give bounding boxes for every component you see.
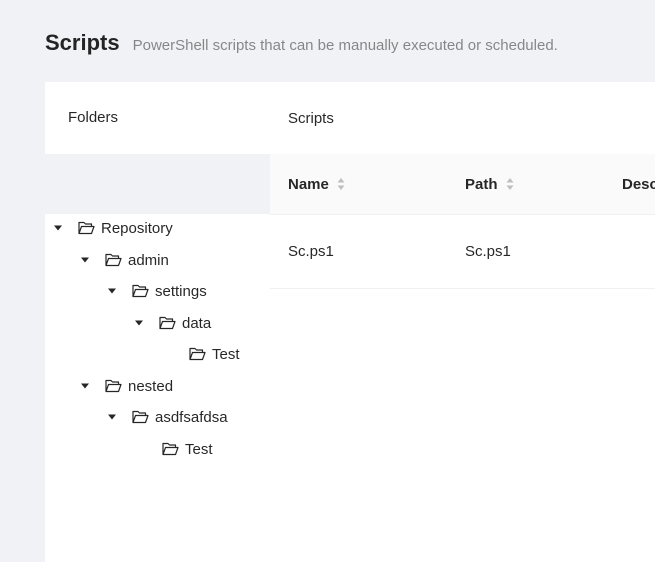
caret-down-icon[interactable] bbox=[53, 223, 63, 233]
cell-path: Sc.ps1 bbox=[465, 243, 511, 260]
tree-node-label: Repository bbox=[101, 219, 173, 237]
tree-node-label: admin bbox=[128, 251, 169, 269]
folder-open-icon bbox=[105, 379, 122, 393]
tree-node-test-nested[interactable]: Test bbox=[162, 437, 213, 461]
tree-node-settings[interactable]: settings bbox=[107, 279, 207, 303]
folder-open-icon bbox=[132, 410, 149, 424]
column-header-label: Desc bbox=[622, 175, 655, 193]
folder-open-icon bbox=[162, 442, 179, 456]
cell-name: Sc.ps1 bbox=[288, 243, 334, 260]
tree-node-nested[interactable]: nested bbox=[80, 374, 173, 398]
folder-open-icon bbox=[78, 221, 95, 235]
tree-node-data[interactable]: data bbox=[134, 311, 211, 335]
tree-node-label: settings bbox=[155, 282, 207, 300]
table-row[interactable]: Sc.ps1 Sc.ps1 bbox=[270, 215, 655, 289]
tree-node-label: asdfsafdsa bbox=[155, 408, 228, 426]
folder-open-icon bbox=[159, 316, 176, 330]
column-header-description[interactable]: Desc bbox=[622, 154, 655, 214]
tree-node-test-data[interactable]: Test bbox=[189, 342, 240, 366]
folder-open-icon bbox=[105, 253, 122, 267]
folder-open-icon bbox=[132, 284, 149, 298]
tree-node-repository[interactable]: Repository bbox=[53, 216, 173, 240]
column-header-label: Name bbox=[288, 175, 329, 193]
caret-down-icon[interactable] bbox=[107, 412, 117, 422]
folder-open-icon bbox=[189, 347, 206, 361]
column-header-name[interactable]: Name bbox=[288, 154, 345, 214]
sort-icon[interactable] bbox=[337, 177, 345, 191]
folders-header-gap bbox=[45, 154, 270, 214]
caret-down-icon[interactable] bbox=[107, 286, 117, 296]
page-title: Scripts bbox=[45, 30, 120, 55]
column-header-label: Path bbox=[465, 175, 498, 193]
tree-node-asdfsafdsa[interactable]: asdfsafdsa bbox=[107, 405, 228, 429]
caret-down-icon[interactable] bbox=[80, 255, 90, 265]
folders-title: Folders bbox=[68, 109, 119, 126]
page-subtitle: PowerShell scripts that can be manually … bbox=[132, 37, 558, 54]
tree-node-admin[interactable]: admin bbox=[80, 248, 169, 272]
tree-node-label: Test bbox=[185, 440, 213, 458]
tree-node-label: data bbox=[182, 314, 212, 332]
tree-node-label: Test bbox=[212, 345, 240, 363]
scripts-table-header: Name Path Desc bbox=[270, 154, 655, 215]
scripts-panel: Scripts Name Path Desc Sc.ps1 Sc.ps1 bbox=[270, 82, 655, 562]
scripts-title: Scripts bbox=[288, 110, 334, 127]
caret-down-icon[interactable] bbox=[80, 381, 90, 391]
sort-icon[interactable] bbox=[506, 177, 514, 191]
page-header: Scripts PowerShell scripts that can be m… bbox=[45, 30, 558, 56]
column-header-path[interactable]: Path bbox=[465, 154, 514, 214]
tree-node-label: nested bbox=[128, 377, 174, 395]
caret-down-icon[interactable] bbox=[134, 318, 144, 328]
content-card: Folders Repository admin settings data T… bbox=[45, 82, 655, 562]
